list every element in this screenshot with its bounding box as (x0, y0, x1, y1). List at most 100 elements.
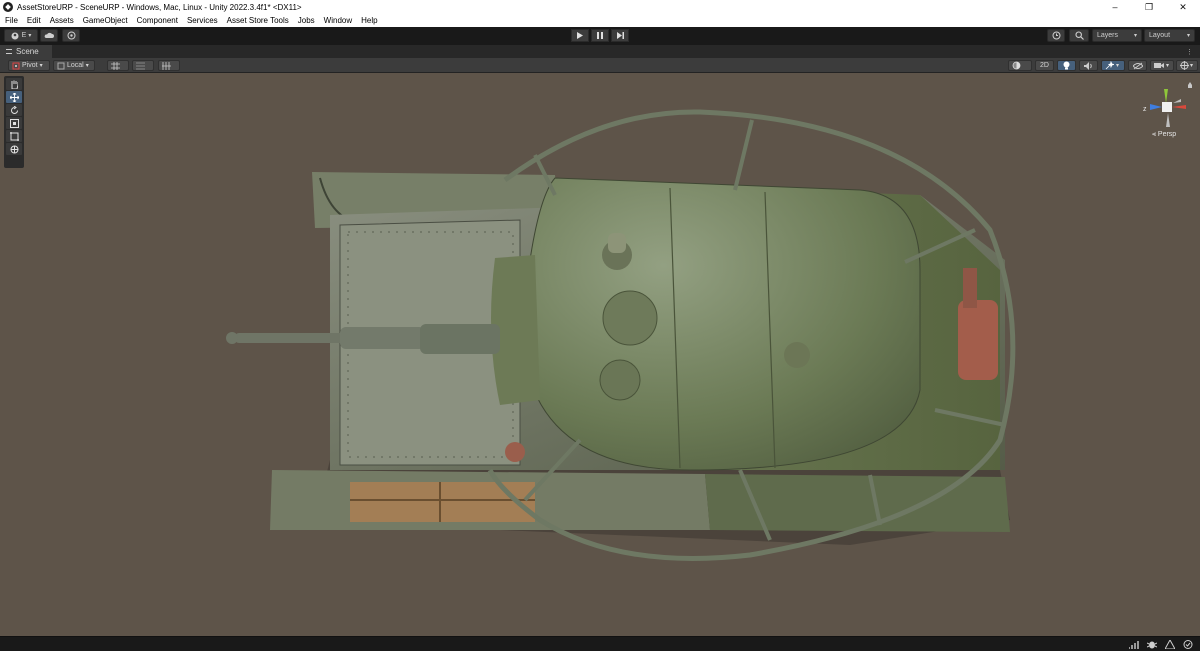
status-bar (0, 636, 1200, 651)
red-fuel-cap (505, 442, 525, 462)
pause-button[interactable] (591, 29, 609, 42)
scene-viewport[interactable]: z ⫷ Persp (0, 73, 1200, 636)
tank-model[interactable] (0, 73, 1200, 636)
window-title-bar: AssetStoreURP - SceneURP - Windows, Mac,… (0, 0, 1200, 14)
gizmo-y-axis (1164, 89, 1168, 103)
layers-dropdown[interactable]: Layers ▾ (1092, 29, 1142, 42)
window-title: AssetStoreURP - SceneURP - Windows, Mac,… (17, 2, 302, 12)
account-dropdown[interactable]: E ▾ (4, 29, 38, 42)
step-icon (616, 32, 624, 39)
history-button[interactable] (1047, 29, 1065, 42)
grid-snap-icon (111, 61, 120, 70)
layers-label: Layers (1097, 32, 1119, 39)
increment-snap-dropdown[interactable] (158, 60, 180, 71)
play-controls (571, 29, 631, 42)
turret (524, 177, 921, 471)
gizmo-z-axis (1150, 104, 1162, 110)
menu-component[interactable]: Component (137, 16, 182, 25)
effects-icon (1105, 61, 1114, 70)
panel-tab-bar: Scene ⋮ (0, 45, 1200, 58)
visibility-icon (1132, 62, 1143, 69)
move-icon[interactable] (6, 91, 22, 103)
layout-dropdown[interactable]: Layout ▾ (1144, 29, 1195, 42)
pivot-chevron-icon: ▾ (39, 63, 43, 69)
layout-chevron-icon: ▾ (1186, 33, 1190, 39)
local-chevron-icon: ▾ (85, 63, 89, 69)
hand-icon[interactable] (6, 78, 22, 90)
local-toggle[interactable]: Local ▾ (53, 60, 95, 71)
effects-chevron-icon: ▾ (1116, 63, 1120, 69)
grid-toggle-dropdown[interactable] (132, 60, 154, 71)
layout-label: Layout (1149, 32, 1171, 39)
menu-services[interactable]: Services (187, 16, 222, 25)
effects-dropdown[interactable]: ▾ (1101, 60, 1125, 71)
toggle-2d-button[interactable]: 2D (1035, 60, 1054, 71)
grid-icon (136, 62, 145, 69)
menu-file[interactable]: File (5, 16, 22, 25)
grid-snap-dropdown[interactable] (107, 60, 129, 71)
play-icon (577, 32, 583, 39)
local-icon (57, 62, 65, 69)
hatch-rear (599, 359, 641, 401)
layers-chevron-icon: ▾ (1133, 33, 1137, 39)
increment-snap-icon (162, 61, 171, 70)
panel-options-icon[interactable]: ⋮ (1186, 48, 1194, 56)
gizmos-dropdown[interactable]: ▾ (1176, 60, 1198, 71)
restore-button[interactable]: ❐ (1132, 0, 1166, 14)
hint-icon[interactable] (1163, 639, 1176, 650)
gizmos-icon (1180, 61, 1189, 70)
scene-tab-label: Scene (16, 47, 39, 56)
collab-button[interactable] (62, 29, 80, 42)
camera-settings-dropdown[interactable]: ▾ (1150, 60, 1174, 71)
menu-edit[interactable]: Edit (27, 16, 45, 25)
network-icon[interactable] (1127, 639, 1140, 650)
lightbulb-icon (1063, 61, 1070, 70)
cloud-icon (44, 32, 54, 38)
account-icon (11, 32, 19, 39)
scene-visibility-toggle[interactable] (1128, 60, 1147, 71)
account-initial: E (21, 32, 27, 39)
audio-icon (1084, 61, 1092, 70)
search-button[interactable] (1069, 29, 1089, 42)
rotate-icon[interactable] (6, 104, 22, 116)
account-chevron-icon: ▾ (28, 33, 32, 39)
menu-asset-store-tools[interactable]: Asset Store Tools (227, 16, 293, 25)
menu-help[interactable]: Help (361, 16, 381, 25)
pivot-label: Pivot (22, 62, 38, 69)
projection-toggle[interactable]: ⫷ Persp (1152, 131, 1176, 139)
draw-mode-dropdown[interactable] (1008, 60, 1032, 71)
minimize-button[interactable]: – (1098, 0, 1132, 14)
menu-gameobject[interactable]: GameObject (83, 16, 132, 25)
wooden-crate (350, 482, 535, 522)
cloud-button[interactable] (40, 29, 58, 42)
transform-icon[interactable] (6, 143, 22, 155)
tool-palette (4, 76, 24, 168)
collab-status-icon[interactable] (1181, 639, 1194, 650)
play-button[interactable] (571, 29, 589, 42)
gizmos-chevron-icon: ▾ (1190, 63, 1194, 69)
search-icon (1074, 31, 1084, 40)
step-button[interactable] (611, 29, 629, 42)
pivot-toggle[interactable]: Pivot ▾ (8, 60, 50, 71)
main-toolbar: E ▾ Layers ▾ Layout ▾ (0, 27, 1200, 45)
menu-assets[interactable]: Assets (50, 16, 78, 25)
history-icon (1052, 31, 1060, 40)
tab-scene[interactable]: Scene (0, 45, 52, 58)
exhaust-pipe (958, 300, 998, 380)
menu-window[interactable]: Window (324, 16, 356, 25)
pivot-icon (12, 62, 20, 69)
menu-jobs[interactable]: Jobs (298, 16, 319, 25)
hatch-front (602, 290, 658, 346)
close-button[interactable]: ✕ (1166, 0, 1200, 14)
menu-bar: File Edit Assets GameObject Component Se… (0, 14, 1200, 27)
rect-icon[interactable] (6, 130, 22, 142)
audio-toggle[interactable] (1079, 60, 1098, 71)
local-label: Local (67, 62, 84, 69)
pause-icon (597, 32, 603, 39)
scale-icon[interactable] (6, 117, 22, 129)
gizmo-z-label: z (1143, 106, 1147, 113)
lighting-toggle[interactable] (1057, 60, 1076, 71)
bug-icon[interactable] (1145, 639, 1158, 650)
collab-icon (67, 31, 75, 40)
projection-label: Persp (1157, 131, 1177, 138)
